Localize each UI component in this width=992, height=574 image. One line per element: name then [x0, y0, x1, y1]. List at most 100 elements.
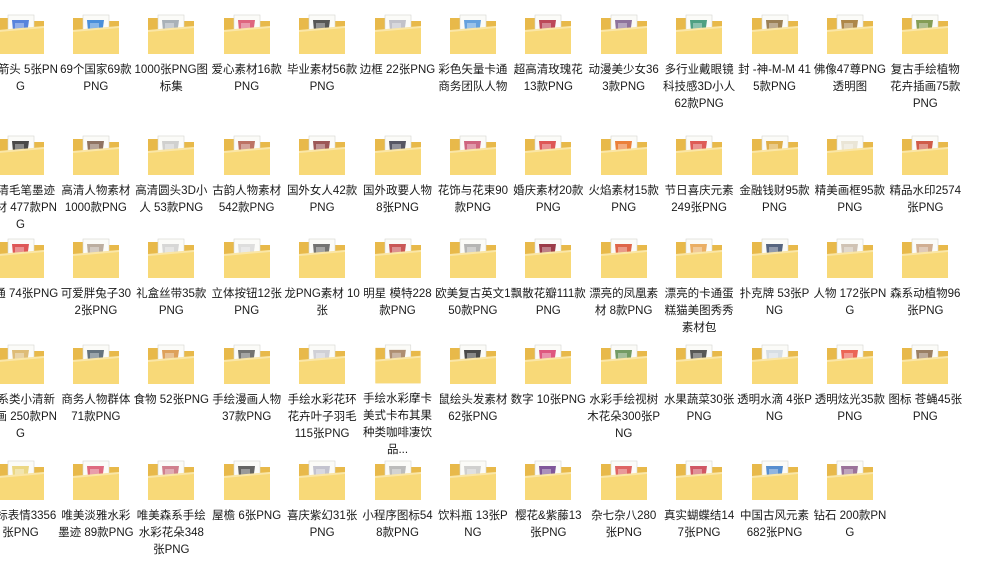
folder-icon [525, 344, 572, 384]
folder-icon [902, 238, 949, 278]
folder-label: 食物 52张PNG [133, 394, 209, 406]
folder-item[interactable]: 国外政要人物 8张PNG [360, 131, 435, 249]
folder-item[interactable]: 明星 模特228款PNG [360, 234, 435, 352]
folder-item[interactable]: 欧美复古英文150款PNG [435, 234, 511, 352]
folder-icon [374, 135, 421, 175]
folder-icon [148, 135, 195, 175]
folder-icon [72, 238, 119, 278]
folder-item[interactable]: 火焰素材15款PNG [586, 131, 661, 249]
folder-label: 明星 模特228款PNG [363, 288, 432, 317]
folder-item[interactable]: 真实蝴蝶结147张PNG [662, 456, 737, 574]
folder-item[interactable]: 唯美淡雅水彩墨迹 89款PNG [58, 456, 134, 574]
folder-icon [600, 238, 647, 278]
folder-item[interactable]: 爱心素材16款PNG [209, 10, 284, 128]
folder-icon [902, 135, 949, 175]
folder-item[interactable]: 森系动植物96张PNG [888, 234, 963, 352]
folder-item[interactable]: 动漫美少女363款PNG [586, 10, 661, 128]
folder-label: 动漫美少女363款PNG [588, 64, 659, 93]
folder-item[interactable]: 扑克牌 53张PNG [737, 234, 812, 352]
folder-item[interactable]: 透明水滴 4张PNG [737, 340, 812, 458]
folder-icon [600, 344, 647, 384]
folder-item[interactable]: 1000张PNG图标集 [134, 10, 209, 128]
folder-item[interactable]: 3D箭头 5张PNG [0, 10, 58, 128]
folder-item[interactable]: 杂七杂八280张PNG [586, 456, 661, 574]
folder-item[interactable]: 钻石 200款PNG [812, 456, 887, 574]
folder-label: 小程序图标548款PNG [362, 510, 433, 539]
folder-label: 真实蝴蝶结147张PNG [663, 510, 735, 539]
folder-item[interactable]: 鼠绘头发素材 62张PNG [435, 340, 510, 458]
folder-item[interactable]: 高清人物素材 1000款PNG [58, 131, 133, 249]
folder-icon [600, 14, 647, 54]
folder-item[interactable]: 古韵人物素材 542款PNG [209, 131, 284, 249]
folder-label: 透明炫光35款PNG [814, 394, 886, 423]
folder-icon [374, 460, 421, 500]
folder-item[interactable]: 立体按钮12张PNG [209, 234, 284, 352]
folder-item[interactable]: 高清圆头3D小人 53款PNG [134, 131, 209, 249]
folder-item[interactable]: 精美画框95款PNG [812, 131, 887, 249]
folder-item[interactable]: 花饰与花束90款PNG [435, 131, 510, 249]
folder-item[interactable]: 中国古风元素 682张PNG [737, 456, 812, 574]
folder-item[interactable]: 透明炫光35款PNG [812, 340, 887, 458]
folder-label: 手绘水彩花环花卉叶子羽毛 115张PNG [287, 394, 357, 440]
folder-icon [600, 135, 647, 175]
folder-item[interactable]: 樱花&紫藤13张PNG [511, 456, 586, 574]
folder-label: 69个国家69款PNG [60, 64, 132, 93]
folder-item[interactable]: 卡通 74张PNG [0, 234, 58, 352]
folder-label: 图标 苍蝇45张PNG [888, 394, 963, 423]
folder-item[interactable]: 节日喜庆元素 249张PNG [662, 131, 737, 249]
folder-item[interactable]: 多行业戴眼镜科技感3D小人 62款PNG [662, 10, 737, 128]
folder-item[interactable]: 食物 52张PNG [134, 340, 209, 458]
folder-item[interactable]: 金融钱财95款PNG [737, 131, 812, 249]
folder-item[interactable]: 国外女人42款PNG [285, 131, 360, 249]
folder-item[interactable]: 数字 10张PNG [511, 340, 586, 458]
folder-item[interactable]: 礼盒丝带35款PNG [134, 234, 209, 352]
folder-item[interactable]: 高清毛笔墨迹素材 477款PNG [0, 131, 58, 249]
folder-item[interactable]: 小程序图标548款PNG [360, 456, 435, 574]
folder-item[interactable]: 封 -神-M-M 415款PNG [737, 10, 812, 128]
folder-item[interactable]: 漂亮的凤凰素材 8款PNG [586, 234, 661, 352]
folder-icon [751, 344, 798, 384]
folder-item[interactable]: 手绘水彩摩卡美式卡布其果种类咖啡凄饮品... [360, 340, 435, 458]
folder-item[interactable]: 森系类小清新插画 250款PNG [0, 340, 58, 458]
folder-item[interactable]: 69个国家69款PNG [58, 10, 133, 128]
folder-item[interactable]: 可爱胖兔子302张PNG [58, 234, 133, 352]
folder-item[interactable]: 手绘水彩花环花卉叶子羽毛 115张PNG [285, 340, 360, 458]
folder-label: 人物 172张PNG [813, 288, 887, 317]
folder-label: 金融钱财95款PNG [739, 185, 810, 214]
folder-item[interactable]: 边框 22张PNG [360, 10, 435, 128]
folder-label: 边框 22张PNG [359, 64, 436, 76]
folder-item[interactable]: 精品水印2574张PNG [888, 131, 963, 249]
folder-label: 立体按钮12张PNG [211, 288, 282, 317]
folder-item[interactable]: 图标 苍蝇45张PNG [888, 340, 963, 458]
folder-icon [148, 344, 195, 384]
folder-item[interactable]: 人物 172张PNG [812, 234, 887, 352]
folder-item[interactable]: 图标表情3356张PNG [0, 456, 58, 574]
folder-item[interactable]: 佛像47尊PNG透明图 [812, 10, 887, 128]
folder-item[interactable]: 水彩手绘视树木花朵300张PNG [586, 340, 661, 458]
folder-item[interactable]: 漂亮的卡通蛋糕猫美图秀秀素材包 [662, 234, 737, 352]
folder-icon [223, 135, 270, 175]
folder-item[interactable]: 水果蔬菜30张PNG [662, 340, 737, 458]
folder-item[interactable]: 超高清玫瑰花 13款PNG [511, 10, 586, 128]
folder-label: 欧美复古英文150款PNG [435, 288, 511, 317]
folder-label: 节日喜庆元素 249张PNG [664, 185, 734, 214]
folder-item[interactable]: 毕业素材56款PNG [285, 10, 360, 128]
folder-item[interactable]: 喜庆紫幻31张PNG [285, 456, 360, 574]
folder-item[interactable]: 屋檐 6张PNG [209, 456, 284, 574]
folder-item[interactable]: 手绘漫画人物 37款PNG [209, 340, 284, 458]
folder-item[interactable]: 彩色矢量卡通商务团队人物 [435, 10, 510, 128]
folder-icon [676, 238, 723, 278]
folder-label: 复古手绘植物花卉插画75款PNG [890, 64, 961, 110]
folder-icon [299, 344, 346, 384]
folder-item[interactable]: 饮料瓶 13张PNG [435, 456, 510, 574]
folder-icon [902, 14, 949, 54]
folder-label: 森系动植物96张PNG [890, 288, 961, 317]
folder-item[interactable]: 唯美森系手绘水彩花朵348张PNG [134, 456, 209, 574]
folder-item[interactable]: 复古手绘植物花卉插画75款PNG [888, 10, 963, 128]
folder-icon [0, 14, 44, 54]
folder-item[interactable]: 婚庆素材20款PNG [511, 131, 586, 249]
folder-item[interactable]: 商务人物群体 71款PNG [58, 340, 133, 458]
folder-item[interactable]: 龙PNG素材 10张 [284, 234, 360, 352]
folder-item[interactable]: 飘散花瓣111款PNG [511, 234, 586, 352]
folder-icon [374, 238, 421, 278]
